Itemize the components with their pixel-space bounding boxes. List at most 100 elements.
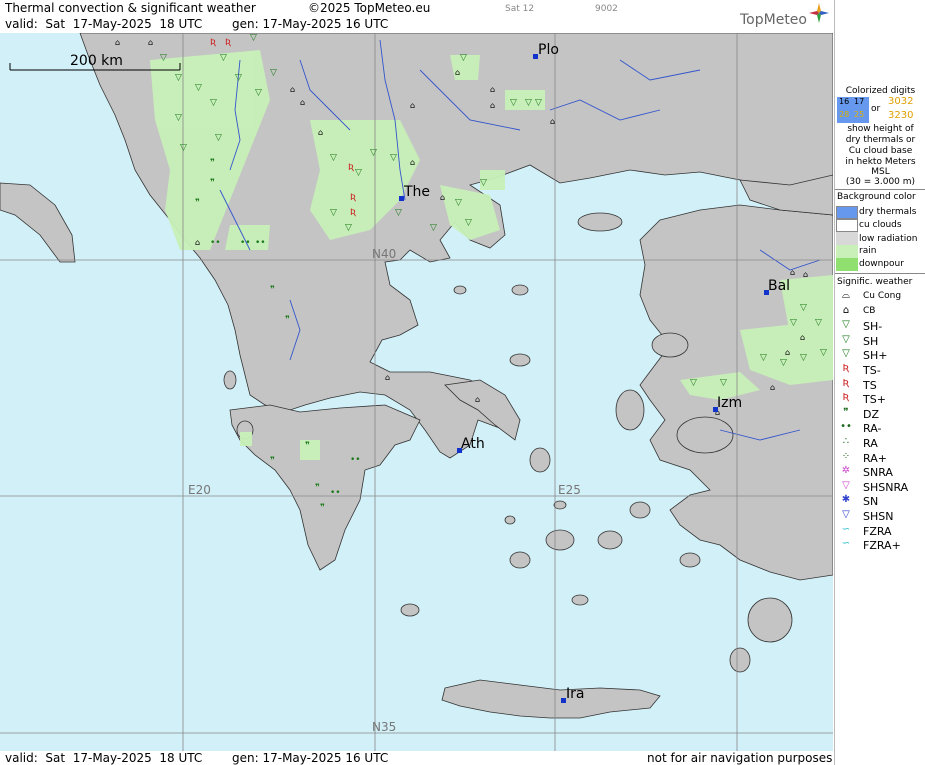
weather-label: SN (863, 495, 879, 508)
svg-text:⌂: ⌂ (300, 98, 305, 107)
svg-text:❞: ❞ (270, 285, 275, 295)
digit-sample-5: 3032 (888, 96, 914, 107)
weather-label: FZRA (863, 525, 892, 538)
svg-text:Ʀ: Ʀ (350, 193, 356, 203)
svg-text:▽: ▽ (390, 153, 397, 163)
grid-label-e20: E20 (188, 483, 211, 497)
weather-title: Signific. weather (837, 277, 913, 287)
svg-text:Ʀ: Ʀ (350, 208, 356, 218)
city-label-plo: Plo (538, 42, 559, 58)
svg-text:⌂: ⌂ (148, 38, 153, 47)
legend-colorized-title: Colorized digits (845, 86, 916, 96)
svg-text:❞: ❞ (195, 198, 200, 208)
weather-label: SH+ (863, 349, 888, 362)
weather-map[interactable]: ▽ ▽ ▽ ▽ ▽ ▽ ▽ ▽ ▽ ▽ ▽ ▽ ▽ ▽ ▽ ▽ ▽ ▽ ▽ ▽ ▽ ▽ ▽ ▽ ▽ ▽ ▽ ▽ ▽ ▽ … (0, 33, 833, 751)
svg-text:⌂: ⌂ (290, 85, 295, 94)
weather-label: RA- (863, 422, 882, 435)
rain-light-icon: •• (840, 421, 852, 432)
svg-text:▽: ▽ (195, 83, 202, 93)
svg-text:▽: ▽ (180, 143, 187, 153)
svg-text:▽: ▽ (355, 168, 362, 178)
svg-text:••: •• (240, 238, 251, 248)
svg-text:▽: ▽ (480, 178, 487, 188)
weather-label: SHSNRA (863, 481, 909, 494)
svg-text:▽: ▽ (235, 73, 242, 83)
grid-label-n40: N40 (372, 247, 396, 261)
digit-sample-6: 3230 (888, 110, 914, 121)
weather-label: TS (863, 379, 877, 392)
svg-text:▽: ▽ (800, 303, 807, 313)
svg-text:❞: ❞ (305, 441, 310, 451)
svg-text:▽: ▽ (160, 53, 167, 63)
copyright: ©2025 TopMeteo.eu (308, 1, 431, 15)
swatch-rain (836, 245, 858, 258)
svg-text:⌂: ⌂ (440, 193, 445, 202)
weather-label: SNRA (863, 466, 893, 479)
svg-text:▽: ▽ (790, 318, 797, 328)
svg-text:⌂: ⌂ (115, 38, 120, 47)
svg-text:••: •• (350, 455, 361, 465)
svg-text:❞: ❞ (210, 178, 215, 188)
footer-generated: gen: 17-May-2025 16 UTC (232, 751, 389, 765)
drizzle-icon: ❞ (843, 407, 849, 418)
swatch-label-cu-clouds: cu clouds (859, 220, 902, 230)
legend-desc-4: in hekto Meters (845, 157, 916, 167)
city-label-bal: Bal (768, 278, 790, 294)
grid-label-n35: N35 (372, 720, 396, 734)
svg-text:⌂: ⌂ (410, 101, 415, 110)
footer-valid: valid: Sat 17-May-2025 18 UTC (5, 751, 203, 765)
svg-text:⌂: ⌂ (490, 101, 495, 110)
shower-light-icon: ▽ (842, 319, 850, 330)
digit-sample-box: 16 17 28 25 (837, 97, 869, 123)
swatch-cu-clouds (836, 219, 858, 232)
svg-text:▽: ▽ (815, 318, 822, 328)
svg-text:⌂: ⌂ (550, 117, 555, 126)
weather-label: TS+ (863, 393, 886, 406)
svg-text:▽: ▽ (175, 113, 182, 123)
svg-text:▽: ▽ (455, 198, 462, 208)
weather-label: FZRA+ (863, 539, 901, 552)
shower-heavy-icon: ▽ (842, 348, 850, 359)
legend-desc-5: MSL (871, 167, 890, 177)
svg-text:⌂: ⌂ (455, 68, 460, 77)
digit-sample-4: 25 (854, 110, 865, 119)
legend-desc-3: Cu cloud base (848, 146, 913, 156)
swatch-label-dry-thermals: dry thermals (859, 207, 917, 217)
svg-text:▽: ▽ (460, 53, 467, 63)
svg-text:▽: ▽ (525, 98, 532, 108)
svg-text:▽: ▽ (820, 348, 827, 358)
freezing-rain-heavy-icon: ∽ (841, 538, 851, 549)
svg-text:▽: ▽ (250, 33, 257, 43)
svg-text:▽: ▽ (215, 133, 222, 143)
weather-label: SH- (863, 320, 883, 333)
svg-text:⌂: ⌂ (800, 333, 805, 342)
svg-text:▽: ▽ (430, 223, 437, 233)
digit-sample-2: 17 (854, 97, 865, 106)
weather-label: DZ (863, 408, 880, 421)
svg-text:▽: ▽ (270, 68, 277, 78)
svg-text:▽: ▽ (780, 358, 787, 368)
svg-text:▽: ▽ (690, 378, 697, 388)
svg-text:••: •• (330, 488, 341, 498)
svg-text:▽: ▽ (210, 98, 217, 108)
code-number: 9002 (595, 4, 618, 14)
svg-text:❞: ❞ (320, 503, 325, 513)
logo-text: TopMeteo (740, 12, 807, 28)
freezing-rain-icon: ∽ (841, 524, 851, 535)
generated-time: gen: 17-May-2025 16 UTC (232, 17, 389, 31)
digit-or: or (871, 104, 881, 114)
legend-divider-2 (835, 273, 925, 274)
svg-text:⌂: ⌂ (490, 85, 495, 94)
svg-text:▽: ▽ (510, 98, 517, 108)
svg-text:▽: ▽ (535, 98, 542, 108)
svg-text:▽: ▽ (395, 208, 402, 218)
svg-text:⌂: ⌂ (785, 348, 790, 357)
swatch-low-radiation (836, 232, 858, 245)
city-label-izm: Izm (717, 395, 742, 411)
snow-icon: ✱ (841, 494, 851, 505)
svg-text:▽: ▽ (220, 53, 227, 63)
svg-text:▽: ▽ (465, 218, 472, 228)
svg-text:Ʀ: Ʀ (348, 163, 354, 173)
swatch-dry-thermals (836, 206, 858, 219)
weather-label: TS- (863, 364, 881, 377)
